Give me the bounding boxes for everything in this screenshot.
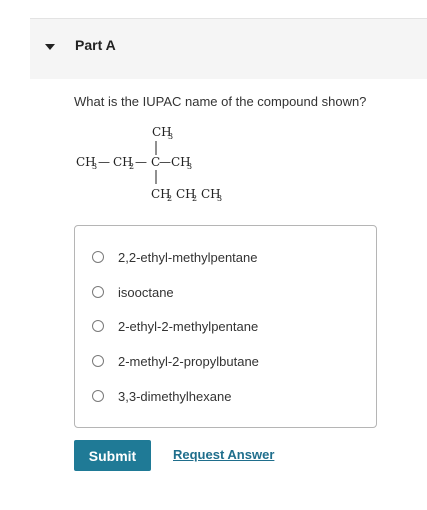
answer-option[interactable]: 2-methyl-2-propylbutane	[92, 352, 259, 370]
radio-button[interactable]	[92, 355, 104, 367]
question-page: Part A What is the IUPAC name of the com…	[0, 0, 427, 510]
radio-button[interactable]	[92, 286, 104, 298]
answer-option-label: 2-ethyl-2-methylpentane	[118, 318, 259, 334]
structure-branch-sub-3: 3	[217, 194, 222, 203]
answer-option-label: isooctane	[118, 284, 174, 300]
answer-option[interactable]: 2,2-ethyl-methylpentane	[92, 248, 257, 266]
question-prompt: What is the IUPAC name of the compound s…	[74, 94, 367, 109]
submit-button[interactable]: Submit	[74, 440, 151, 471]
answer-option-label: 2-methyl-2-propylbutane	[118, 353, 259, 369]
radio-button[interactable]	[92, 251, 104, 263]
structure-right-sub: 3	[187, 162, 192, 171]
structure-mid-dash: —	[135, 155, 147, 169]
request-answer-link[interactable]: Request Answer	[173, 447, 274, 462]
structure-mid-sub: 2	[129, 162, 134, 171]
structure-top-sub: 3	[168, 132, 173, 141]
structure-right-dash: —	[159, 155, 171, 169]
structure-branch-sub-1: 2	[167, 194, 172, 203]
answer-option-label: 3,3-dimethylhexane	[118, 388, 232, 404]
part-title: Part A	[75, 37, 116, 53]
answer-option[interactable]: isooctane	[92, 283, 174, 301]
answer-options: 2,2-ethyl-methylpentane isooctane 2-ethy…	[74, 225, 377, 428]
caret-down-icon[interactable]	[45, 44, 55, 50]
answer-option[interactable]: 2-ethyl-2-methylpentane	[92, 317, 258, 335]
radio-button[interactable]	[92, 320, 104, 332]
structure-branch-sub-2: 2	[192, 194, 197, 203]
answer-option-label: 2,2-ethyl-methylpentane	[118, 249, 258, 265]
structure-left-dash: —	[98, 155, 110, 169]
part-header[interactable]: Part A	[30, 18, 427, 79]
compound-structure: CH 3 CH 3 — CH 2 — C — CH 3 CH 2 CH 2 CH…	[76, 125, 222, 203]
structure-left-sub: 3	[92, 162, 97, 171]
answer-option[interactable]: 3,3-dimethylhexane	[92, 387, 231, 405]
radio-button[interactable]	[92, 390, 104, 402]
